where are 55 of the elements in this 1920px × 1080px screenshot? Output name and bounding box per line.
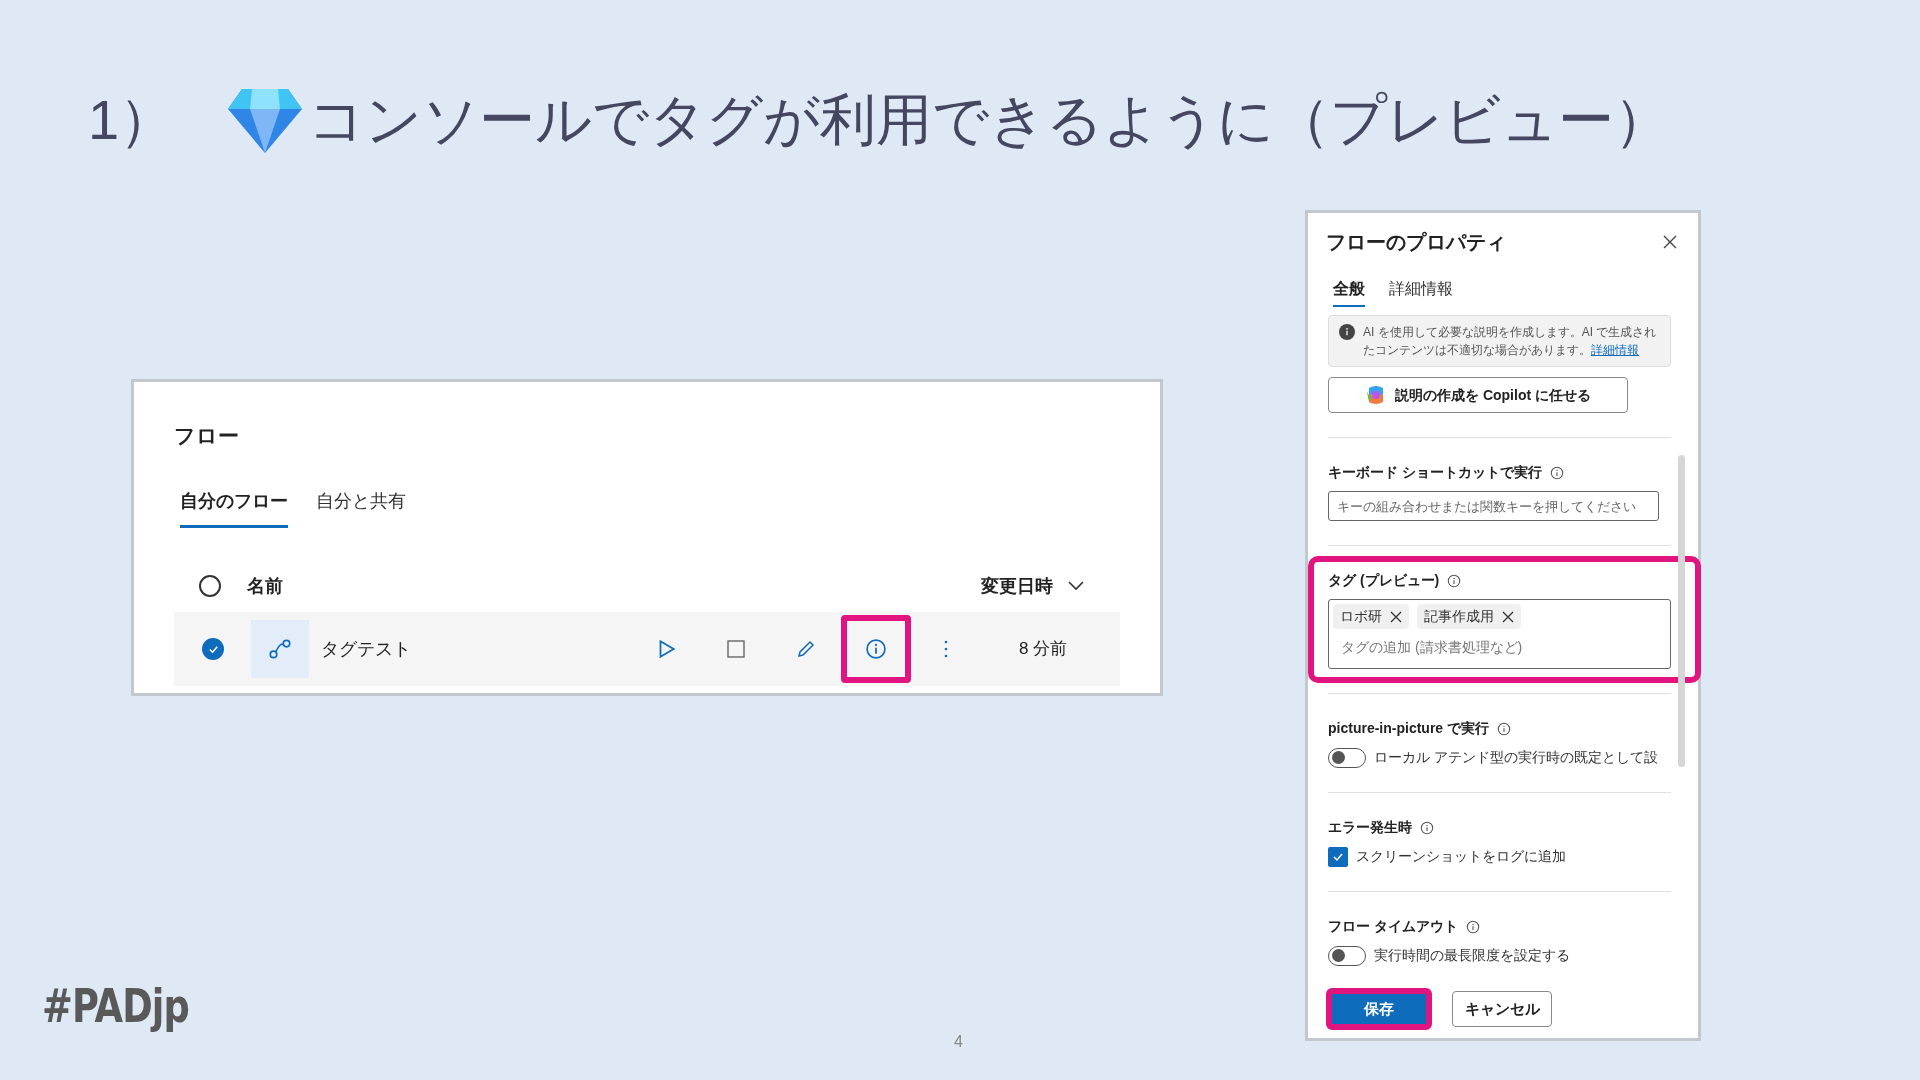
slide-number: 1）	[88, 87, 177, 153]
panel-title: フローのプロパティ	[1326, 230, 1506, 255]
tab[interactable]: 詳細情報	[1389, 277, 1453, 307]
flow-icon	[251, 620, 309, 678]
info-icon	[1420, 820, 1434, 835]
copilot-button[interactable]: 説明の作成を Copilot に任せる	[1328, 377, 1628, 413]
info-icon	[1447, 573, 1462, 588]
toggle-label: 実行時間の最長限度を設定する	[1374, 946, 1570, 965]
tags-input-field[interactable]: ロボ研 記事作成用 タグの追加 (請求書処理など)	[1328, 599, 1671, 669]
save-button[interactable]: 保存	[1326, 988, 1432, 1030]
square-icon	[726, 639, 746, 659]
remove-icon[interactable]	[1390, 610, 1402, 623]
field-label: タグ (プレビュー)	[1328, 571, 1440, 590]
diamond-icon	[228, 87, 302, 153]
field-label: エラー発生時	[1328, 818, 1412, 837]
checkbox-label: スクリーンショットをログに追加	[1356, 847, 1566, 866]
modified-time: 8 分前	[1019, 638, 1068, 661]
tag-chip: 記事作成用	[1417, 604, 1521, 629]
cancel-button[interactable]: キャンセル	[1452, 991, 1552, 1027]
tag-chip: ロボ研	[1333, 604, 1409, 629]
info-icon	[1549, 465, 1564, 480]
checkbox[interactable]	[1328, 846, 1348, 867]
column-header: 名前	[247, 574, 283, 598]
row-checkbox[interactable]	[202, 638, 224, 660]
hashtag-text: #PADjp	[42, 978, 189, 1035]
scrollbar[interactable]	[1678, 455, 1685, 767]
tab[interactable]: 自分と共有	[316, 488, 406, 528]
field-label: キーボード ショートカットで実行	[1328, 463, 1542, 482]
info-icon	[865, 638, 887, 660]
field-label: フロー タイムアウト	[1328, 917, 1458, 936]
chevron-down-icon	[1067, 580, 1085, 592]
notice-text: AI を使用して必要な説明を作成します。AI で生成されたコンテンツは不適切な場合があります。詳細情報	[1363, 324, 1658, 359]
shortcut-input-field[interactable]: キーの組み合わせまたは関数キーを押してください	[1328, 491, 1659, 521]
tab[interactable]: 全般	[1333, 277, 1365, 307]
toggle-label: ローカル アテンド型の実行時の既定として設	[1374, 748, 1658, 767]
close-button[interactable]	[1662, 234, 1678, 250]
tab[interactable]: 自分のフロー	[180, 488, 288, 528]
more-icon	[943, 638, 949, 660]
info-icon	[1465, 919, 1480, 934]
pencil-icon	[796, 639, 816, 659]
check-icon	[207, 643, 219, 655]
info-icon	[1339, 324, 1355, 340]
select-all-radio[interactable]	[199, 575, 221, 597]
sort-column-header[interactable]: 変更日時	[981, 572, 1085, 600]
flow-name: タグテスト	[321, 637, 412, 661]
table-row[interactable]: タグテスト 8 分前	[174, 612, 1120, 686]
info-button[interactable]	[841, 615, 911, 683]
tag-text-input[interactable]: タグの追加 (請求書処理など)	[1333, 633, 1666, 661]
page-number: 4	[954, 1032, 963, 1052]
field-label: picture-in-picture で実行	[1328, 719, 1489, 738]
panel-title: フロー	[174, 423, 240, 449]
remove-icon[interactable]	[1502, 610, 1514, 623]
slide-title: コンソールでタグが利用できるように（プレビュー）	[308, 87, 1670, 153]
details-link[interactable]: 詳細情報	[1591, 343, 1639, 357]
info-icon	[1497, 721, 1511, 736]
